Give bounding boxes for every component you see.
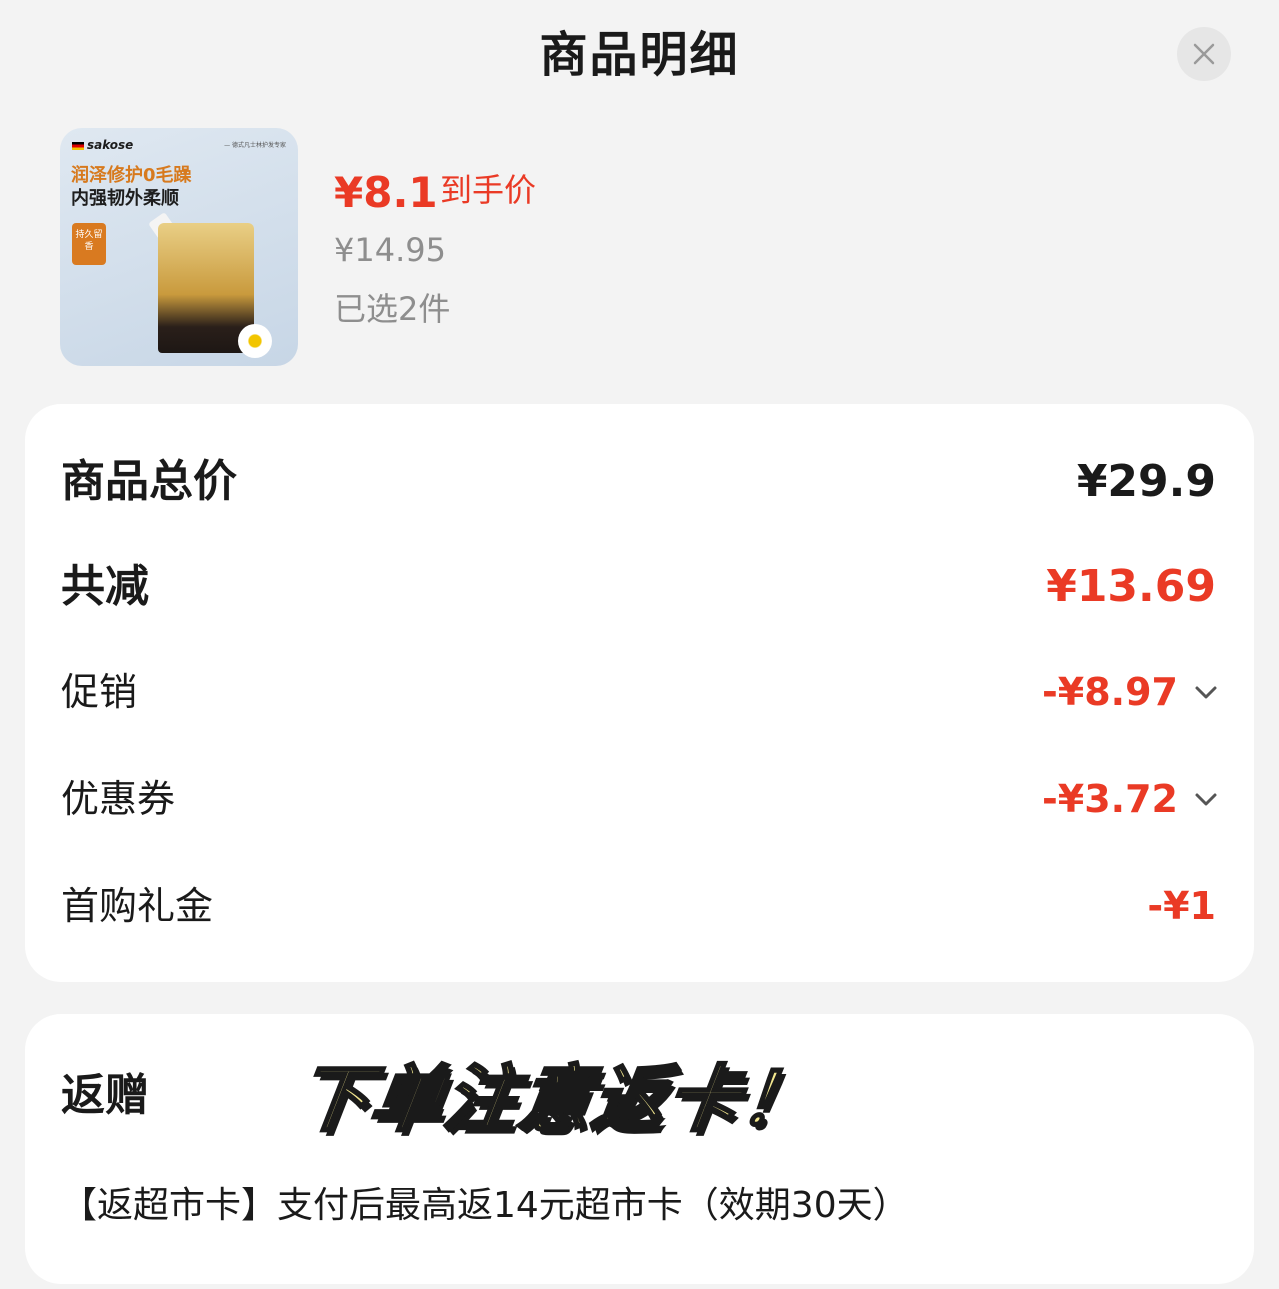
product-badge: 持久留香 (72, 223, 106, 265)
rebate-card: 返赠 下单注意返卡！ 【返超市卡】支付后最高返14元超市卡（效期30天） (25, 1014, 1254, 1284)
final-price: ¥8.1 (334, 168, 438, 217)
rebate-title: 返赠 (61, 1070, 149, 1121)
rebate-description: 【返超市卡】支付后最高返14元超市卡（效期30天） (61, 1185, 909, 1226)
rebate-banner-overlay: 下单注意返卡！ (290, 1056, 823, 1143)
close-button[interactable] (1177, 27, 1231, 81)
coupon-value: -¥3.72 (1042, 777, 1178, 821)
price-summary-card: 商品总价 ¥29.9 共减 ¥13.69 促销 -¥8.97 优惠券 -¥3.7… (25, 404, 1254, 982)
promotion-label: 促销 (61, 670, 138, 714)
close-icon (1193, 43, 1215, 65)
original-price: ¥14.95 (334, 231, 446, 269)
final-price-label: 到手价 (440, 171, 537, 209)
promotion-value: -¥8.97 (1042, 670, 1178, 714)
daisy-flower (238, 324, 272, 358)
chevron-down-icon[interactable] (1192, 678, 1220, 706)
chevron-down-icon[interactable] (1192, 785, 1220, 813)
product-slogan-2: 内强韧外柔顺 (71, 188, 179, 209)
coupon-label: 优惠券 (61, 777, 176, 821)
product-brand-logo: sakose (72, 138, 133, 152)
product-slogan-1: 润泽修护0毛躁 (71, 165, 192, 186)
first-purchase-gift-label: 首购礼金 (61, 884, 214, 928)
first-purchase-gift-value: -¥1 (1147, 884, 1216, 928)
page-title: 商品明细 (539, 27, 740, 83)
product-top-tag: — 德式凡士林护发专家 (224, 142, 286, 149)
product-image[interactable]: sakose — 德式凡士林护发专家 润泽修护0毛躁 内强韧外柔顺 持久留香 (60, 128, 298, 366)
selected-count: 已选2件 (334, 290, 451, 328)
discount-label: 共减 (61, 561, 149, 612)
total-label: 商品总价 (61, 456, 237, 507)
discount-value: ¥13.69 (1046, 561, 1216, 612)
total-value: ¥29.9 (1076, 456, 1216, 507)
